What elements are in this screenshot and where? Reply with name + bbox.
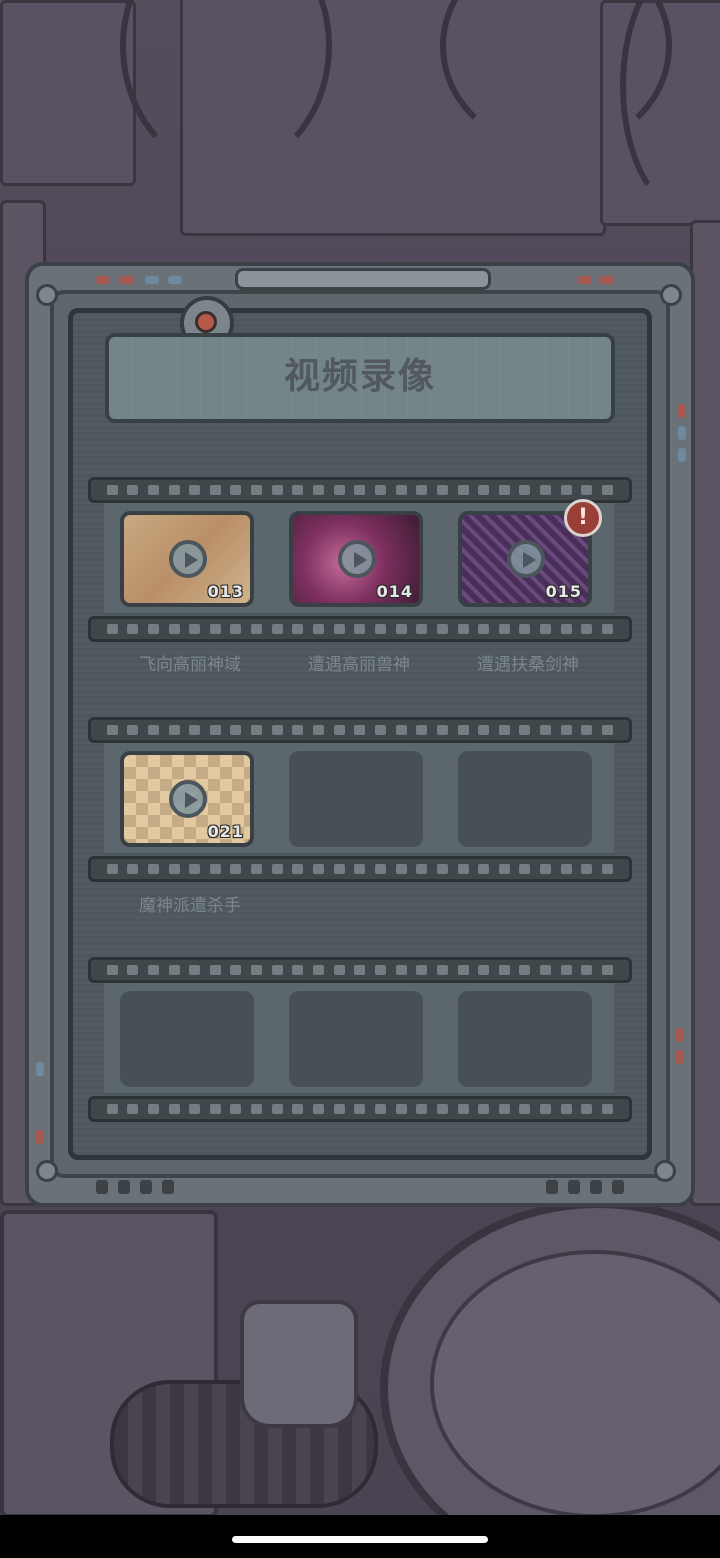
indicator-led — [168, 276, 182, 284]
bolt-icon — [36, 1160, 58, 1182]
video-caption: 魔神派遣杀手 — [139, 896, 241, 916]
empty-video-slot — [458, 751, 592, 847]
video-thumbnail-013[interactable]: 013 — [120, 511, 254, 607]
film-perforation-strip — [88, 957, 632, 983]
film-perforation-strip — [88, 477, 632, 503]
side-indicator-led — [676, 1050, 684, 1064]
video-caption: 飞向高丽神域 — [139, 655, 241, 675]
film-perforation-strip — [88, 717, 632, 743]
play-icon[interactable] — [338, 540, 376, 578]
indicator-led — [120, 276, 134, 284]
home-indicator[interactable] — [232, 1536, 488, 1543]
empty-video-slot — [120, 991, 254, 1087]
side-indicator-led — [676, 1028, 684, 1042]
frame-knob — [96, 1180, 108, 1194]
side-indicator-led — [678, 448, 686, 462]
page-title: 视频录像 — [283, 356, 436, 397]
frame-knob — [590, 1180, 602, 1194]
film-perforation-strip — [88, 856, 632, 882]
bolt-icon — [654, 1160, 676, 1182]
episode-number: 021 — [207, 822, 244, 841]
play-icon[interactable] — [169, 780, 207, 818]
bolt-icon — [36, 284, 58, 306]
episode-number: 013 — [207, 582, 244, 601]
side-indicator-led — [36, 1130, 44, 1144]
frame-knob — [568, 1180, 580, 1194]
indicator-led — [600, 276, 614, 284]
video-thumbnail-021[interactable]: 021 — [120, 751, 254, 847]
alert-badge-icon: ! — [564, 499, 602, 537]
frame-knob — [162, 1180, 174, 1194]
bolt-icon — [660, 284, 682, 306]
indicator-led — [578, 276, 592, 284]
film-perforation-strip — [88, 616, 632, 642]
indicator-led — [96, 276, 110, 284]
side-indicator-led — [678, 426, 686, 440]
side-indicator-led — [36, 1062, 44, 1076]
empty-video-slot — [289, 991, 423, 1087]
play-icon[interactable] — [507, 540, 545, 578]
episode-number: 014 — [376, 582, 413, 601]
play-icon[interactable] — [169, 540, 207, 578]
video-caption: 遭遇扶桑剑神 — [477, 655, 579, 675]
episode-number: 015 — [545, 582, 582, 601]
side-indicator-led — [678, 404, 686, 418]
frame-knob — [612, 1180, 624, 1194]
video-thumbnail-014[interactable]: 014 — [289, 511, 423, 607]
indicator-led — [145, 276, 159, 284]
frame-top-slot — [235, 268, 491, 290]
frame-knob — [140, 1180, 152, 1194]
empty-video-slot — [289, 751, 423, 847]
film-perforation-strip — [88, 1096, 632, 1122]
empty-video-slot — [458, 991, 592, 1087]
frame-knob — [546, 1180, 558, 1194]
frame-knob — [118, 1180, 130, 1194]
video-caption: 遭遇高丽兽神 — [308, 655, 410, 675]
